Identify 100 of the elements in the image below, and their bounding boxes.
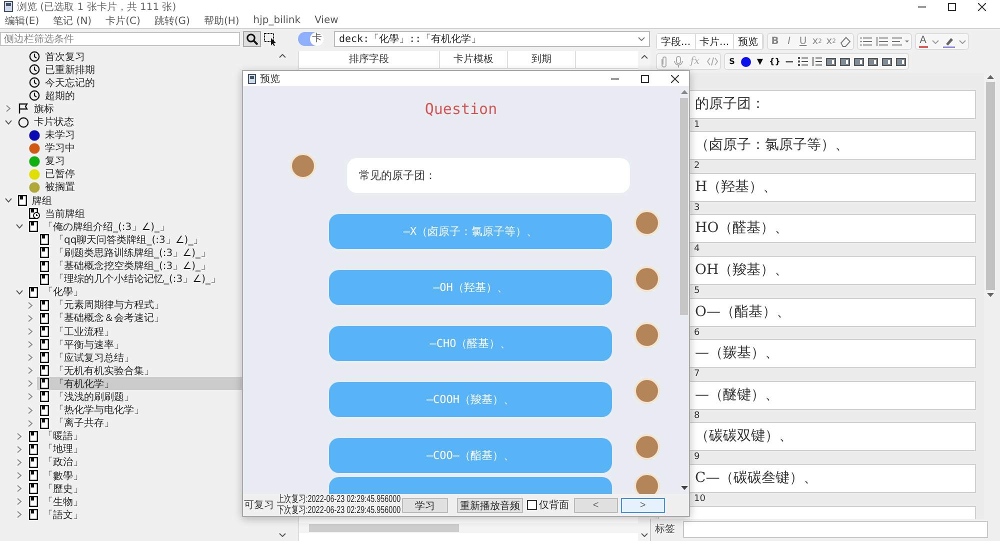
sidebar-item[interactable]: 「基础概念挖空类牌组_(:3」∠)_」 [37, 260, 214, 273]
color-dot-button[interactable] [739, 54, 753, 69]
deck-icon [40, 378, 49, 390]
sidebar-item[interactable]: 「离子共存」 [37, 416, 117, 430]
menu-item[interactable]: 帮助(H) [204, 14, 240, 28]
deck-icon [40, 260, 49, 272]
sidebar-item[interactable]: 牌组 [15, 194, 55, 208]
maximize-icon[interactable] [948, 2, 956, 10]
app-icon [4, 1, 13, 12]
answer-bubble: —COOH（羧基）、 [329, 382, 612, 417]
sidebar-item[interactable]: 已暂停 [26, 168, 78, 181]
sidebar-item[interactable]: 「热化学与电化学」 [37, 404, 147, 417]
checkbox[interactable] [526, 500, 537, 510]
block-icon [882, 58, 892, 66]
toolbar-button[interactable]: S [725, 54, 739, 69]
search-button[interactable] [243, 31, 261, 47]
column-header[interactable]: 卡片模板 [440, 51, 508, 68]
review-status: 可复习 [244, 499, 274, 512]
selection-cursor-icon[interactable] [264, 32, 277, 46]
sidebar-item[interactable]: 「应试复习总结」 [37, 351, 137, 364]
menu-item[interactable]: 跳转(G) [154, 14, 190, 28]
numbered-list-button[interactable] [810, 54, 824, 69]
numbered-list-button[interactable] [874, 34, 890, 49]
toolbar-button[interactable]: — [782, 54, 796, 69]
avatar [290, 153, 316, 179]
answer-bubble: —OH（羟基）、 [329, 270, 612, 305]
sidebar-item[interactable]: 「生物」 [26, 495, 86, 508]
sidebar-item[interactable]: 「數學」 [26, 469, 86, 482]
column-header[interactable]: 到期 [508, 51, 576, 68]
menu-item[interactable]: View [314, 15, 338, 26]
tags-field[interactable] [683, 520, 988, 538]
sidebar-item[interactable]: 「政治」 [26, 456, 86, 469]
scroll-up-icon [640, 55, 648, 59]
sidebar-item[interactable]: 「語文」 [26, 508, 86, 522]
dropdown-caret-icon[interactable] [959, 40, 966, 44]
sidebar-item[interactable]: 超期的 [26, 89, 78, 102]
mode-toggle[interactable]: 卡 [298, 32, 324, 46]
avatar [634, 322, 660, 348]
sidebar-item[interactable]: 已重新排期 [26, 63, 98, 76]
sidebar-item[interactable]: 「工业流程」 [37, 325, 117, 338]
sidebar-item[interactable]: 「平衡与速率」 [37, 338, 127, 352]
deck-icon [29, 286, 38, 298]
back-only-checkbox[interactable]: 仅背面 [526, 498, 569, 512]
sidebar-item[interactable]: 「有机化学」 [37, 377, 243, 390]
sidebar-item[interactable]: 首次复习 [26, 50, 88, 64]
search-field[interactable]: deck:「化學」::「有机化学」 [334, 31, 650, 47]
sidebar-item[interactable]: 「歷史」 [26, 482, 86, 496]
toolbar-button[interactable]: {} [767, 54, 782, 69]
next-button[interactable]: > [620, 498, 665, 512]
deck-icon [40, 339, 49, 350]
sidebar-item[interactable]: 复习 [26, 154, 68, 168]
menu-item[interactable]: 笔记 (N) [53, 14, 92, 28]
column-header[interactable]: 排序字段 [299, 51, 440, 68]
sidebar-item[interactable]: 「化學」 [26, 286, 86, 299]
horizontal-scrollbar[interactable] [299, 523, 638, 533]
close-icon[interactable] [978, 2, 986, 10]
sidebar-item[interactable]: 旗标 [15, 102, 57, 116]
sidebar-item[interactable]: 「基础概念＆会考速记」 [37, 312, 167, 325]
sidebar-item[interactable]: 被搁置 [26, 180, 78, 194]
sidebar-item[interactable]: 「俺の牌组介绍_(:3」∠)_」 [26, 220, 172, 234]
action-button[interactable]: 重新播放音频 [456, 498, 523, 512]
window-title: 预览 [260, 72, 280, 86]
record-button[interactable] [671, 54, 685, 69]
sidebar-item[interactable]: 当前牌组 [26, 207, 88, 220]
app-icon [248, 74, 256, 84]
code-icon [707, 57, 718, 66]
sidebar-item[interactable]: 「元素周期律与方程式」 [37, 298, 167, 312]
toolbar-button[interactable]: ▼ [753, 54, 767, 69]
sidebar-item[interactable]: 学习中 [26, 142, 78, 155]
sidebar-item[interactable]: 「qq聊天问答类牌组_(:3」∠)_」 [37, 233, 206, 246]
sidebar-item[interactable]: 「地理」 [26, 442, 86, 456]
field-label: 7 [693, 368, 701, 381]
text-color-button[interactable]: A [916, 34, 930, 49]
sidebar-item[interactable]: 「无机有机实验合集」 [37, 364, 157, 378]
close-icon[interactable] [671, 74, 679, 82]
sidebar-item[interactable]: 今天忘记的 [26, 76, 98, 90]
toolbar-button[interactable]: 预览 [734, 34, 764, 49]
field-label: 8 [693, 410, 701, 422]
bullet-list-button[interactable] [796, 54, 810, 69]
sidebar-item[interactable]: 「暖語」 [26, 430, 86, 443]
answer-bubble: —X（卤原子：氯原子等）、 [329, 214, 612, 249]
sidebar-item[interactable]: 未学习 [26, 128, 78, 142]
sidebar-item[interactable]: 「浅浅的刷刷题」 [37, 390, 137, 404]
menu-item[interactable]: hjp_bilink [253, 15, 301, 26]
sidebar-item[interactable]: 「刷题类思路训练牌组_(:3」∠)_」 [37, 246, 214, 260]
toolbar-button[interactable]: 字段... [657, 34, 696, 49]
window-title: 浏览 (已选取 1 张卡片，共 111 张) [17, 0, 176, 14]
previous-button[interactable]: < [574, 498, 618, 512]
eraser-button[interactable] [838, 34, 854, 49]
toolbar-button[interactable]: 卡片... [696, 34, 734, 49]
menu-item[interactable]: 编辑(E) [5, 14, 40, 28]
deck-icon [40, 365, 49, 376]
sidebar-item[interactable]: 卡片状态 [15, 116, 77, 129]
sidebar-item[interactable]: 「理综的几个小结论记忆_(:3」∠)_」 [37, 272, 224, 286]
menu-item[interactable]: 卡片(C) [106, 14, 140, 28]
sidebar-search-field[interactable]: 侧边栏筛选条件 [0, 32, 240, 46]
action-button[interactable]: 学习 [402, 498, 448, 512]
avatar [634, 266, 660, 292]
dropdown-caret-icon[interactable] [932, 40, 940, 44]
maximize-icon[interactable] [641, 74, 649, 82]
